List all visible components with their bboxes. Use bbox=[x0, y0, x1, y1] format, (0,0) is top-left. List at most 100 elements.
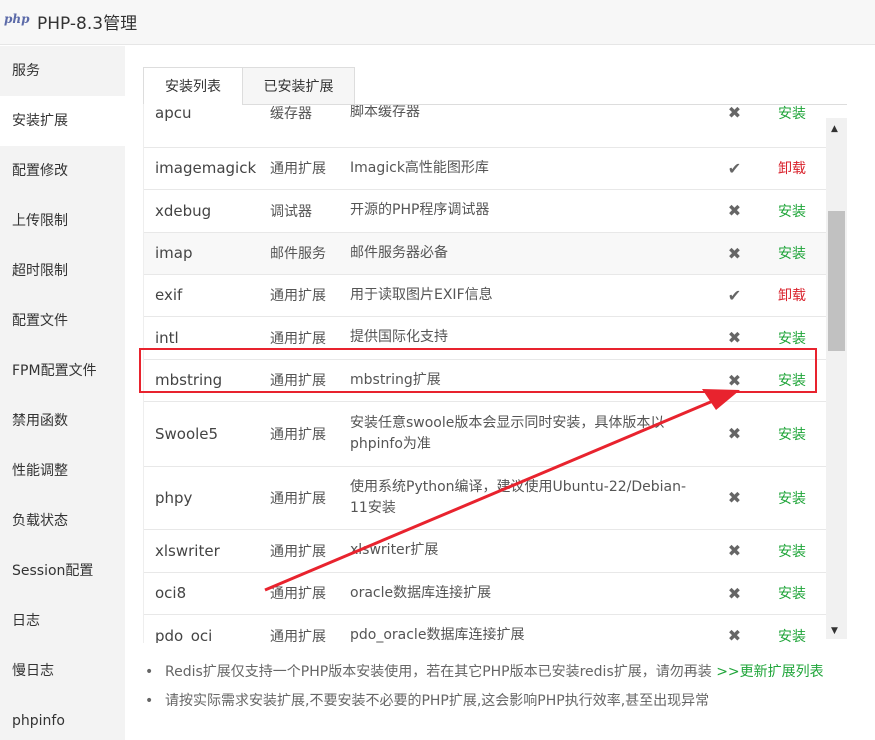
ext-name: imagemagick bbox=[144, 147, 260, 190]
sidebar-item-timeout-limit[interactable]: 超时限制 bbox=[0, 246, 125, 296]
install-link[interactable]: 安装 bbox=[757, 466, 826, 530]
status-x-icon: ✖ bbox=[712, 232, 757, 275]
sidebar-item-session-config[interactable]: Session配置 bbox=[0, 546, 125, 596]
table-row: imagemagick 通用扩展 Imagick高性能图形库 ✔ 卸载 bbox=[144, 147, 826, 190]
extension-table: apcu 缓存器 脚本缓存器 ✖ 安装 imagemagick 通用扩展 Ima… bbox=[144, 105, 826, 643]
ext-type: 通用扩展 bbox=[260, 316, 340, 360]
status-x-icon: ✖ bbox=[712, 105, 757, 148]
refresh-extension-list-link[interactable]: >>更新扩展列表 bbox=[716, 664, 823, 680]
sidebar-item-load-status[interactable]: 负载状态 bbox=[0, 496, 125, 546]
ext-name: xlswriter bbox=[144, 529, 260, 573]
ext-desc: 用于读取图片EXIF信息 bbox=[340, 274, 712, 317]
uninstall-link[interactable]: 卸载 bbox=[757, 147, 826, 190]
sidebar: 服务 安装扩展 配置修改 上传限制 超时限制 配置文件 FPM配置文件 禁用函数… bbox=[0, 46, 125, 740]
sidebar-item-slow-logs[interactable]: 慢日志 bbox=[0, 646, 125, 696]
scroll-up-icon[interactable]: ▲ bbox=[831, 124, 838, 134]
sidebar-item-disabled-functions[interactable]: 禁用函数 bbox=[0, 396, 125, 446]
note-warning: • 请按实际需求安装扩展,不要安装不必要的PHP扩展,这会影响PHP执行效率,甚… bbox=[143, 687, 855, 716]
window-title: PHP-8.3管理 bbox=[37, 14, 138, 34]
table-row: Swoole5 通用扩展 安装任意swoole版本会显示同时安装，具体版本以ph… bbox=[144, 401, 826, 467]
sidebar-item-performance-tuning[interactable]: 性能调整 bbox=[0, 446, 125, 496]
note-text: 请按实际需求安装扩展,不要安装不必要的PHP扩展,这会影响PHP执行效率,甚至出… bbox=[165, 693, 710, 709]
ext-desc: 邮件服务器必备 bbox=[340, 232, 712, 275]
status-x-icon: ✖ bbox=[712, 359, 757, 402]
bullet-icon: • bbox=[145, 664, 154, 680]
install-link[interactable]: 安装 bbox=[757, 529, 826, 573]
main-panel: 安装列表 已安装扩展 apcu 缓存器 脚本缓存器 ✖ 安装 imagemagi… bbox=[125, 46, 875, 740]
sidebar-item-fpm-config-file[interactable]: FPM配置文件 bbox=[0, 346, 125, 396]
ext-desc: 安装任意swoole版本会显示同时安装，具体版本以phpinfo为准 bbox=[340, 401, 712, 467]
table-row: mbstring 通用扩展 mbstring扩展 ✖ 安装 bbox=[144, 359, 826, 402]
ext-desc: oracle数据库连接扩展 bbox=[340, 572, 712, 615]
ext-desc: xlswriter扩展 bbox=[340, 529, 712, 573]
table-row: imap 邮件服务 邮件服务器必备 ✖ 安装 bbox=[144, 232, 826, 275]
ext-type: 缓存器 bbox=[260, 105, 340, 148]
status-x-icon: ✖ bbox=[712, 529, 757, 573]
ext-name: oci8 bbox=[144, 572, 260, 615]
table-row: oci8 通用扩展 oracle数据库连接扩展 ✖ 安装 bbox=[144, 572, 826, 615]
uninstall-link[interactable]: 卸载 bbox=[757, 274, 826, 317]
table-row: phpy 通用扩展 使用系统Python编译，建议使用Ubuntu-22/Deb… bbox=[144, 466, 826, 530]
install-link[interactable]: 安装 bbox=[757, 189, 826, 233]
sidebar-item-logs[interactable]: 日志 bbox=[0, 596, 125, 646]
tab-bar: 安装列表 已安装扩展 bbox=[143, 67, 847, 105]
tab-installed-extensions[interactable]: 已安装扩展 bbox=[242, 67, 355, 105]
tab-install-list[interactable]: 安装列表 bbox=[143, 67, 243, 105]
sidebar-item-config-edit[interactable]: 配置修改 bbox=[0, 146, 125, 196]
ext-type: 通用扩展 bbox=[260, 359, 340, 402]
ext-desc: 使用系统Python编译，建议使用Ubuntu-22/Debian-11安装 bbox=[340, 466, 712, 530]
install-link[interactable]: 安装 bbox=[757, 316, 826, 360]
php-logo: php bbox=[4, 12, 30, 26]
install-link[interactable]: 安装 bbox=[757, 572, 826, 615]
ext-desc: 脚本缓存器 bbox=[340, 105, 712, 148]
ext-name: apcu bbox=[144, 105, 260, 148]
extension-table-container: apcu 缓存器 脚本缓存器 ✖ 安装 imagemagick 通用扩展 Ima… bbox=[143, 105, 826, 643]
table-row: intl 通用扩展 提供国际化支持 ✖ 安装 bbox=[144, 316, 826, 360]
install-link[interactable]: 安装 bbox=[757, 614, 826, 643]
ext-name: phpy bbox=[144, 466, 260, 530]
ext-name: intl bbox=[144, 316, 260, 360]
ext-name: exif bbox=[144, 274, 260, 317]
ext-type: 通用扩展 bbox=[260, 614, 340, 643]
sidebar-item-config-file[interactable]: 配置文件 bbox=[0, 296, 125, 346]
scrollbar-thumb[interactable] bbox=[828, 211, 845, 351]
sidebar-item-phpinfo[interactable]: phpinfo bbox=[0, 696, 125, 740]
note-redis: • Redis扩展仅支持一个PHP版本安装使用，若在其它PHP版本已安装redi… bbox=[143, 658, 855, 687]
install-link[interactable]: 安装 bbox=[757, 359, 826, 402]
status-x-icon: ✖ bbox=[712, 614, 757, 643]
ext-type: 通用扩展 bbox=[260, 466, 340, 530]
ext-desc: Imagick高性能图形库 bbox=[340, 147, 712, 190]
table-row: exif 通用扩展 用于读取图片EXIF信息 ✔ 卸载 bbox=[144, 274, 826, 317]
ext-name: xdebug bbox=[144, 189, 260, 233]
ext-desc: mbstring扩展 bbox=[340, 359, 712, 402]
install-link[interactable]: 安装 bbox=[757, 105, 826, 148]
status-x-icon: ✖ bbox=[712, 316, 757, 360]
table-row: pdo_oci 通用扩展 pdo_oracle数据库连接扩展 ✖ 安装 bbox=[144, 614, 826, 643]
ext-type: 通用扩展 bbox=[260, 572, 340, 615]
install-link[interactable]: 安装 bbox=[757, 401, 826, 467]
ext-name: mbstring bbox=[144, 359, 260, 402]
ext-type: 调试器 bbox=[260, 189, 340, 233]
sidebar-item-install-extensions[interactable]: 安装扩展 bbox=[0, 96, 125, 146]
ext-type: 通用扩展 bbox=[260, 274, 340, 317]
status-x-icon: ✖ bbox=[712, 466, 757, 530]
ext-desc: pdo_oracle数据库连接扩展 bbox=[340, 614, 712, 643]
sidebar-item-service[interactable]: 服务 bbox=[0, 46, 125, 96]
title-bar: php PHP-8.3管理 bbox=[0, 0, 875, 45]
install-link[interactable]: 安装 bbox=[757, 232, 826, 275]
note-text: Redis扩展仅支持一个PHP版本安装使用，若在其它PHP版本已安装redis扩… bbox=[165, 664, 712, 680]
status-x-icon: ✖ bbox=[712, 189, 757, 233]
table-scrollbar[interactable] bbox=[826, 118, 847, 639]
sidebar-item-upload-limit[interactable]: 上传限制 bbox=[0, 196, 125, 246]
ext-type: 邮件服务 bbox=[260, 232, 340, 275]
table-row: xdebug 调试器 开源的PHP程序调试器 ✖ 安装 bbox=[144, 189, 826, 233]
status-check-icon: ✔ bbox=[712, 274, 757, 317]
table-row: xlswriter 通用扩展 xlswriter扩展 ✖ 安装 bbox=[144, 529, 826, 573]
ext-type: 通用扩展 bbox=[260, 147, 340, 190]
ext-name: Swoole5 bbox=[144, 401, 260, 467]
scroll-down-icon[interactable]: ▼ bbox=[831, 626, 838, 636]
notes-list: • Redis扩展仅支持一个PHP版本安装使用，若在其它PHP版本已安装redi… bbox=[143, 658, 855, 716]
table-row: apcu 缓存器 脚本缓存器 ✖ 安装 bbox=[144, 105, 826, 148]
ext-desc: 开源的PHP程序调试器 bbox=[340, 189, 712, 233]
ext-desc: 提供国际化支持 bbox=[340, 316, 712, 360]
